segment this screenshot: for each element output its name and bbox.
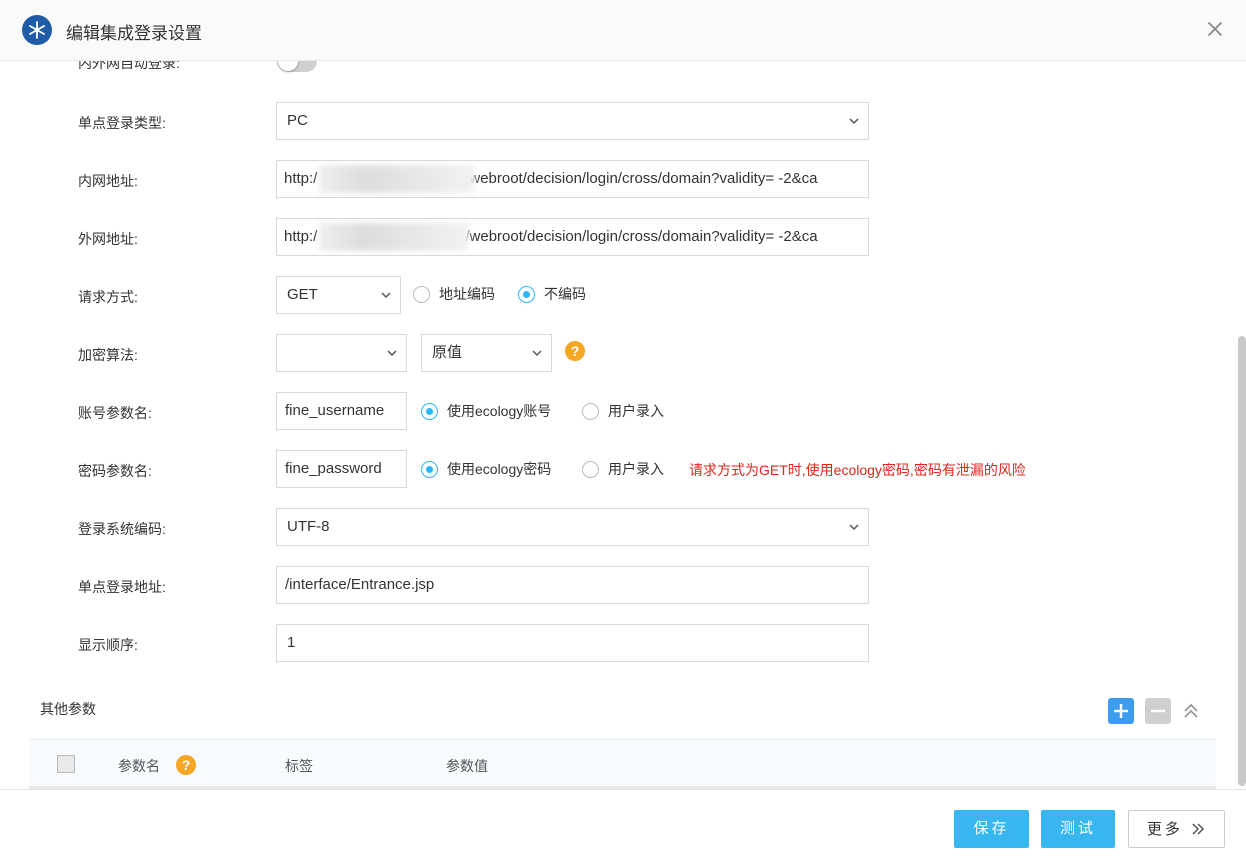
extranet-url-suffix: /webroot/decision/login/cross/domain?val… (465, 228, 818, 245)
radio-user-input-account[interactable]: 用户录入 (582, 401, 664, 421)
encrypt-mode-select[interactable]: 原值 (421, 334, 552, 372)
radio-circle (421, 402, 438, 420)
redacted-host (319, 165, 475, 193)
more-label: 更多 (1146, 821, 1183, 838)
intranet-url-input[interactable]: http:/ webroot/decision/login/cross/domai… (276, 160, 869, 198)
help-icon[interactable]: ? (565, 341, 585, 361)
radio-circle (421, 460, 438, 478)
encrypt-mode-value: 原值 (432, 344, 463, 361)
radio-label: 使用ecology账号 (447, 403, 552, 419)
test-button[interactable]: 测试 (1041, 810, 1115, 848)
encrypt-label: 加密算法: (78, 347, 138, 363)
sso-type-value: PC (287, 112, 308, 129)
close-icon[interactable] (1206, 20, 1224, 38)
extranet-url-prefix: http:/ (284, 228, 318, 245)
auto-login-label: 内外网自动登录: (78, 61, 180, 71)
plus-icon (1114, 704, 1128, 718)
radio-address-encode[interactable]: 地址编码 (413, 284, 495, 304)
system-encoding-select[interactable]: UTF-8 (276, 508, 869, 546)
request-method-select[interactable]: GET (276, 276, 401, 314)
radio-circle (582, 402, 599, 420)
radio-label: 用户录入 (608, 461, 664, 477)
chevron-down-icon (849, 524, 859, 531)
snowflake-icon (22, 15, 52, 45)
extranet-label: 外网地址: (78, 231, 138, 247)
sso-type-select[interactable]: PC (276, 102, 869, 140)
chevron-down-icon (849, 118, 859, 125)
radio-no-encode[interactable]: 不编码 (518, 284, 586, 304)
radio-label: 地址编码 (439, 286, 495, 302)
password-warning-text: 请求方式为GET时,使用ecology密码,密码有泄漏的风险 (689, 462, 1026, 478)
radio-circle (413, 285, 430, 303)
radio-use-ecology-password[interactable]: 使用ecology密码 (421, 459, 551, 479)
intranet-url-prefix: http:/ (284, 170, 318, 187)
minus-icon (1151, 709, 1165, 713)
extranet-url-input[interactable]: http:/ /webroot/decision/login/cross/doma… (276, 218, 869, 256)
radio-user-input-password[interactable]: 用户录入 (582, 459, 664, 479)
system-encoding-label: 登录系统编码: (78, 521, 166, 537)
password-param-input[interactable]: fine_password (276, 450, 407, 488)
edit-sso-settings-dialog: 编辑集成登录设置 内外网自动登录: 单点登录类型: PC 内网地址: http:… (0, 0, 1246, 859)
help-icon[interactable]: ? (176, 755, 196, 775)
redacted-host (319, 223, 469, 251)
params-table-header: 参数名 ? 标签 参数值 (29, 739, 1216, 789)
display-order-label: 显示顺序: (78, 637, 138, 653)
request-method-value: GET (287, 286, 318, 303)
radio-label: 用户录入 (608, 403, 664, 419)
column-param-value: 参数值 (446, 758, 488, 774)
account-param-label: 账号参数名: (78, 405, 152, 421)
more-button[interactable]: 更多 (1128, 810, 1225, 848)
chevron-down-icon (387, 350, 397, 357)
save-button[interactable]: 保存 (954, 810, 1029, 848)
auto-login-toggle[interactable] (277, 61, 317, 72)
dialog-header: 编辑集成登录设置 (0, 0, 1246, 61)
radio-label: 不编码 (544, 286, 586, 302)
column-label: 标签 (285, 758, 313, 774)
radio-circle (518, 285, 535, 303)
intranet-label: 内网地址: (78, 173, 138, 189)
other-params-title: 其他参数 (40, 701, 96, 717)
radio-use-ecology-account[interactable]: 使用ecology账号 (421, 401, 551, 421)
dialog-footer: 保存 测试 更多 (0, 789, 1246, 859)
vertical-scrollbar[interactable] (1238, 336, 1246, 786)
form-scroll-area[interactable]: 内外网自动登录: 单点登录类型: PC 内网地址: http:/ webroot/… (0, 61, 1246, 789)
radio-circle (582, 460, 599, 478)
sso-url-input[interactable]: /interface/Entrance.jsp (276, 566, 869, 604)
dialog-title: 编辑集成登录设置 (66, 24, 202, 43)
radio-label: 使用ecology密码 (447, 461, 552, 477)
account-param-input[interactable]: fine_username (276, 392, 407, 430)
encrypt-algorithm-select[interactable] (276, 334, 407, 372)
column-param-name: 参数名 (118, 758, 160, 774)
chevron-down-icon (532, 350, 542, 357)
select-all-checkbox[interactable] (57, 755, 75, 773)
add-row-button[interactable] (1108, 698, 1134, 724)
display-order-input[interactable]: 1 (276, 624, 869, 662)
sso-url-label: 单点登录地址: (78, 579, 166, 595)
collapse-icon[interactable] (1181, 701, 1201, 721)
system-encoding-value: UTF-8 (287, 518, 330, 535)
remove-row-button[interactable] (1145, 698, 1171, 724)
password-param-label: 密码参数名: (78, 463, 152, 479)
intranet-url-suffix: webroot/decision/login/cross/domain?vali… (469, 170, 818, 187)
sso-type-label: 单点登录类型: (78, 115, 166, 131)
double-chevron-right-icon (1192, 823, 1205, 835)
chevron-down-icon (381, 292, 391, 299)
request-method-label: 请求方式: (78, 289, 138, 305)
